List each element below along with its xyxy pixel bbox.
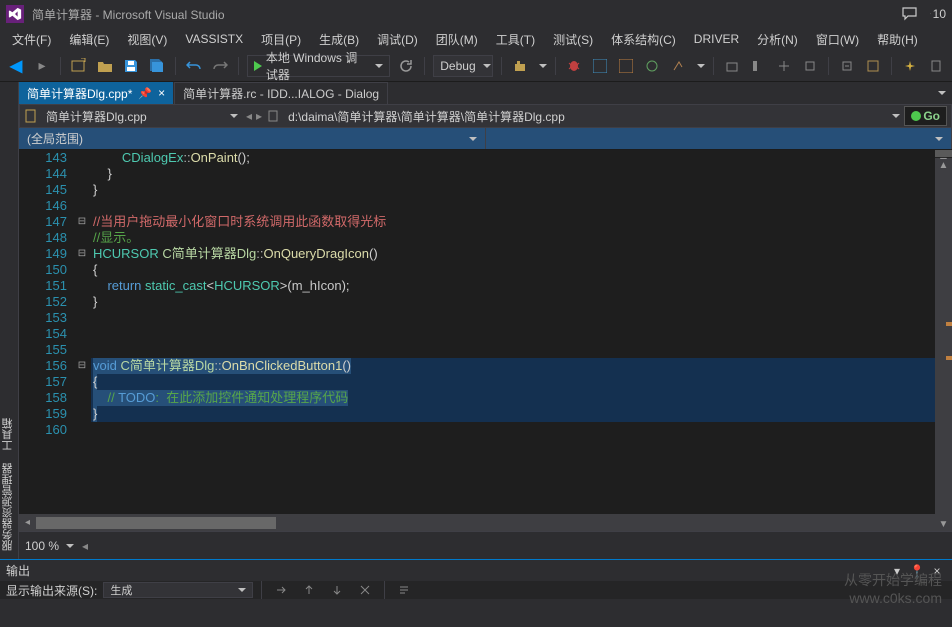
debugger-label: 本地 Windows 调试器 — [266, 49, 369, 83]
config-select[interactable]: Debug — [433, 55, 493, 77]
nav-arrow-right-icon[interactable]: ▸ — [256, 109, 262, 123]
tb-icon-9[interactable] — [774, 55, 794, 77]
output-goto-icon[interactable] — [270, 579, 292, 601]
code-editor[interactable]: 1431441451461471481491501511521531541551… — [19, 150, 952, 531]
play-icon — [254, 61, 262, 71]
tb-sparkle-icon[interactable] — [900, 55, 920, 77]
tb-icon-11[interactable] — [837, 55, 857, 77]
output-wrap-icon[interactable] — [393, 579, 415, 601]
open-file-button[interactable] — [95, 55, 115, 77]
tb-icon-3[interactable] — [590, 55, 610, 77]
output-pin-icon[interactable]: 📍 — [908, 562, 926, 580]
scroll-up-icon[interactable]: ▲ — [935, 158, 952, 172]
save-all-button[interactable] — [147, 55, 167, 77]
undo-button[interactable] — [184, 55, 204, 77]
vertical-scrollbar[interactable]: ─ ▲ ▼ — [935, 150, 952, 514]
hscroll-left-icon[interactable]: ◂ — [82, 539, 88, 553]
menu-window[interactable]: 窗口(W) — [808, 29, 867, 50]
output-panel-toolbar: 显示输出来源(S): 生成 — [0, 581, 952, 599]
tb-icon-7[interactable] — [722, 55, 742, 77]
menu-project[interactable]: 项目(P) — [253, 29, 309, 50]
scope-bar: (全局范围) — [19, 128, 952, 150]
nav-forward-button[interactable]: ▸ — [32, 55, 52, 77]
left-tool-well: 服务器资源管理器 工具箱 — [0, 82, 19, 559]
notifications-flag-icon[interactable]: 10 — [930, 6, 946, 22]
start-debug-button[interactable]: 本地 Windows 调试器 — [247, 55, 391, 77]
output-source-label: 显示输出来源(S): — [6, 582, 97, 599]
editor-status-bar: 100 % ◂ — [19, 531, 952, 559]
go-button[interactable]: Go — [904, 106, 947, 126]
menu-file[interactable]: 文件(F) — [4, 29, 59, 50]
tb-icon-6[interactable] — [668, 55, 688, 77]
title-bar: 简单计算器 - Microsoft Visual Studio 10 — [0, 0, 952, 28]
tb-clipboard-icon[interactable] — [926, 55, 946, 77]
nav-bar: 简单计算器Dlg.cpp ◂ ▸ d:\daima\简单计算器\简单计算器\简单… — [19, 104, 952, 128]
menu-help[interactable]: 帮助(H) — [869, 29, 926, 50]
nav-arrow-left-icon[interactable]: ◂ — [246, 109, 252, 123]
output-next-icon[interactable] — [326, 579, 348, 601]
save-button[interactable] — [121, 55, 141, 77]
nav-scope-file[interactable]: 简单计算器Dlg.cpp — [42, 108, 242, 125]
split-handle-icon[interactable]: ─ — [935, 150, 952, 158]
close-tab-icon[interactable]: × — [158, 86, 165, 100]
nav-doc-icon — [266, 109, 280, 123]
menu-driver[interactable]: DRIVER — [686, 30, 747, 48]
output-source-select[interactable]: 生成 — [103, 582, 253, 598]
menu-team[interactable]: 团队(M) — [428, 29, 486, 50]
toolbox-tab[interactable]: 工具箱 — [0, 418, 16, 451]
nav-path[interactable]: d:\daima\简单计算器\简单计算器\简单计算器Dlg.cpp — [284, 108, 885, 125]
menu-analyze[interactable]: 分析(N) — [749, 29, 806, 50]
nav-back-button[interactable]: ◀ — [6, 55, 26, 77]
menu-test[interactable]: 测试(S) — [545, 29, 601, 50]
server-explorer-tab[interactable]: 服务器资源管理器 — [0, 463, 16, 551]
nav-file-icon — [24, 109, 38, 123]
tb-icon-4[interactable] — [616, 55, 636, 77]
go-circle-icon — [911, 111, 921, 121]
refresh-icon[interactable] — [396, 55, 416, 77]
menu-bar: 文件(F) 编辑(E) 视图(V) VASSISTX 项目(P) 生成(B) 调… — [0, 28, 952, 50]
fold-gutter[interactable]: ⊟⊟⊟ — [73, 150, 91, 514]
menu-arch[interactable]: 体系结构(C) — [603, 29, 684, 50]
code-content[interactable]: CDialogEx::OnPaint(); }}//当用户拖动最小化窗口时系统调… — [91, 150, 952, 514]
output-clear-icon[interactable] — [354, 579, 376, 601]
tb-icon-5[interactable] — [642, 55, 662, 77]
output-prev-icon[interactable] — [298, 579, 320, 601]
chevron-down-icon — [375, 64, 383, 68]
vs-logo-icon — [6, 5, 24, 23]
new-project-button[interactable] — [69, 55, 89, 77]
tab-active[interactable]: 简单计算器Dlg.cpp* 📌 × — [19, 82, 174, 104]
feedback-icon[interactable] — [902, 6, 918, 22]
toolbar: ◀ ▸ 本地 Windows 调试器 Debug — [0, 50, 952, 82]
menu-view[interactable]: 视图(V) — [119, 29, 175, 50]
scope-select-right[interactable] — [486, 128, 952, 149]
menu-tools[interactable]: 工具(T) — [488, 29, 543, 50]
tb-icon-1[interactable] — [510, 55, 530, 77]
tb-icon-8[interactable] — [748, 55, 768, 77]
redo-button[interactable] — [210, 55, 230, 77]
pin-icon[interactable]: 📌 — [138, 87, 152, 100]
zoom-select[interactable]: 100 % — [25, 539, 74, 553]
horizontal-scrollbar[interactable]: ◂ ▸ — [19, 514, 952, 531]
menu-edit[interactable]: 编辑(E) — [61, 29, 117, 50]
output-title: 输出 — [6, 562, 886, 579]
window-title: 简单计算器 - Microsoft Visual Studio — [32, 6, 902, 23]
output-panel-header: 输出 ▾ 📍 × — [0, 559, 952, 581]
tb-icon-12[interactable] — [863, 55, 883, 77]
menu-vassistx[interactable]: VASSISTX — [177, 30, 251, 48]
tb-icon-10[interactable] — [800, 55, 820, 77]
tab-inactive[interactable]: 简单计算器.rc - IDD...IALOG - Dialog — [174, 82, 388, 104]
nav-path-dropdown-icon[interactable] — [892, 114, 900, 118]
menu-debug[interactable]: 调试(D) — [369, 29, 426, 50]
line-number-gutter: 1431441451461471481491501511521531541551… — [19, 150, 73, 514]
tab-overflow-icon[interactable] — [938, 91, 946, 95]
menu-build[interactable]: 生成(B) — [311, 29, 367, 50]
tb-bug-icon[interactable] — [564, 55, 584, 77]
scope-select-left[interactable]: (全局范围) — [19, 128, 486, 149]
document-tab-strip: 简单计算器Dlg.cpp* 📌 × 简单计算器.rc - IDD...IALOG… — [19, 82, 952, 104]
output-menu-icon[interactable]: ▾ — [888, 562, 906, 580]
output-close-icon[interactable]: × — [928, 562, 946, 580]
